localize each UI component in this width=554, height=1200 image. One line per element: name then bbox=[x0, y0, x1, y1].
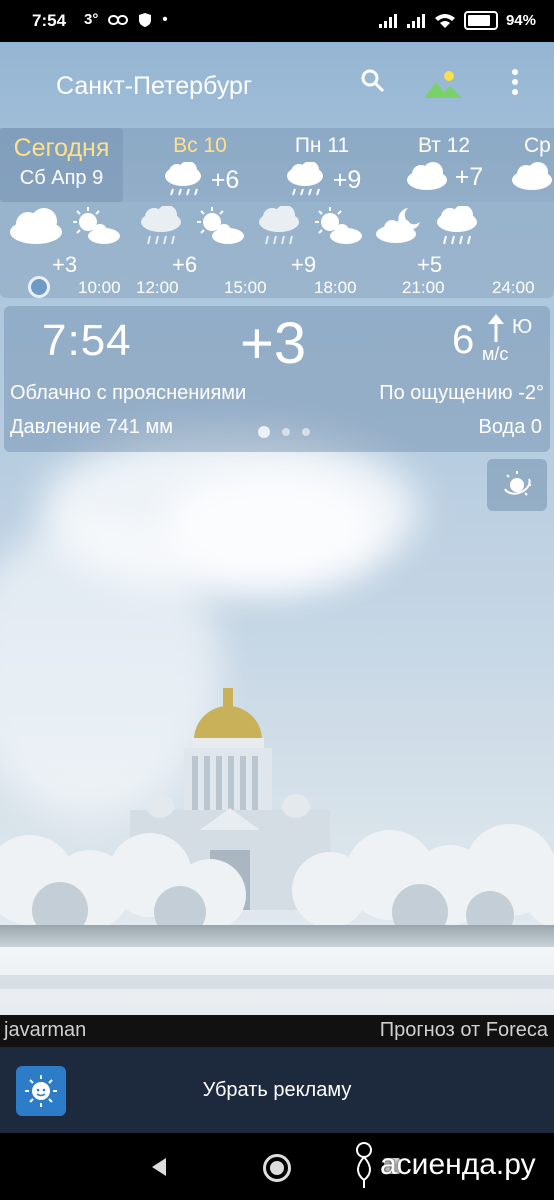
page-dot bbox=[302, 428, 310, 436]
current-temp: +3 bbox=[240, 311, 307, 376]
partly-sunny-icon bbox=[73, 207, 120, 244]
page-indicator bbox=[258, 426, 310, 438]
cloud-icon bbox=[10, 208, 62, 244]
hourly-temp: +5 bbox=[417, 252, 443, 277]
search-icon[interactable] bbox=[360, 68, 386, 94]
status-time: 7:54 bbox=[32, 11, 67, 30]
hourly-time: 12:00 bbox=[136, 278, 179, 297]
hourly-temp: +3 bbox=[52, 252, 78, 277]
link-icon bbox=[108, 14, 129, 25]
dot-icon: • bbox=[162, 11, 168, 28]
day-name: Пн 11 bbox=[294, 134, 350, 157]
daily-forecast-strip[interactable]: Сегодня Сб Апр 9 Вс 10 +6 Пн 11 +9 Вт 12… bbox=[0, 128, 554, 202]
back-icon[interactable] bbox=[150, 1157, 168, 1177]
watermark-text: асиенда.ру bbox=[380, 1148, 536, 1181]
night-cloud-icon bbox=[376, 208, 420, 243]
rain-cloud-icon bbox=[437, 206, 477, 245]
day-name: Сегодня bbox=[13, 134, 110, 162]
photo-author[interactable]: javarman bbox=[4, 1019, 86, 1042]
feels-like: По ощущению -2° bbox=[379, 382, 544, 404]
wind-arrow-icon bbox=[488, 314, 504, 342]
credits-bar: javarman Прогноз от Foreca bbox=[0, 1015, 554, 1047]
water-temp: Вода 0 bbox=[478, 416, 543, 438]
day-temp: +9 bbox=[332, 165, 362, 194]
cloud-icon bbox=[512, 162, 552, 190]
hourly-time: 21:00 bbox=[402, 278, 445, 297]
day-item[interactable]: Ср bbox=[510, 128, 554, 202]
current-time: 7:54 bbox=[42, 316, 132, 365]
wind-unit: м/с bbox=[482, 344, 509, 364]
battery-icon bbox=[463, 11, 498, 30]
signal-icon bbox=[406, 13, 425, 28]
signal-icon bbox=[378, 13, 397, 28]
partly-sunny-icon bbox=[197, 207, 244, 244]
rain-cloud-icon bbox=[141, 206, 181, 245]
app-header: Санкт-Петербург bbox=[0, 42, 554, 128]
cloud-icon bbox=[406, 162, 447, 190]
day-name: Вс 10 bbox=[173, 134, 227, 157]
page-dot bbox=[258, 426, 270, 438]
day-name: Вт 12 bbox=[417, 134, 471, 157]
sun-info-button[interactable] bbox=[487, 459, 547, 511]
hourly-time: 15:00 bbox=[224, 278, 267, 297]
partly-sunny-icon bbox=[315, 207, 362, 244]
hourly-time: 10:00 bbox=[78, 278, 121, 297]
day-item[interactable]: Вс 10 +6 bbox=[140, 128, 260, 202]
current-time-marker bbox=[28, 276, 50, 298]
pressure: Давление 741 мм bbox=[10, 416, 173, 438]
forecast-source[interactable]: Прогноз от Foreca bbox=[380, 1019, 548, 1042]
remove-ads-button[interactable]: Убрать рекламу bbox=[0, 1079, 554, 1102]
rain-cloud-icon bbox=[259, 206, 299, 245]
current-conditions-panel[interactable]: 7:54 +3 6 Ю м/с Облачно с прояснениями П… bbox=[4, 306, 550, 452]
city-title[interactable]: Санкт-Петербург bbox=[56, 72, 252, 101]
page-dot bbox=[282, 428, 290, 436]
day-item-today[interactable]: Сегодня Сб Апр 9 bbox=[0, 128, 123, 202]
hourly-forecast-strip[interactable]: +3 +6 +9 +5 10:00 12:00 15:00 18:00 21:0… bbox=[0, 202, 554, 298]
status-bar: 7:54 3° • 94% bbox=[0, 0, 554, 42]
more-vert-icon[interactable] bbox=[510, 68, 520, 96]
hourly-time: 24:00 bbox=[492, 278, 535, 297]
hourly-temp: +6 bbox=[172, 252, 198, 277]
wind-direction: Ю bbox=[512, 316, 533, 338]
watermark: асиенда.ру bbox=[350, 1140, 536, 1190]
day-name: Ср bbox=[524, 134, 551, 157]
rain-cloud-icon bbox=[286, 162, 323, 196]
wind-speed: 6 bbox=[452, 318, 475, 362]
landscape-icon[interactable] bbox=[422, 70, 464, 100]
temp-indicator: 3° bbox=[84, 11, 99, 28]
rain-cloud-icon bbox=[164, 162, 201, 196]
home-icon[interactable] bbox=[263, 1154, 291, 1182]
watermark-logo-icon bbox=[356, 1142, 372, 1188]
day-temp: +6 bbox=[210, 165, 240, 194]
day-item[interactable]: Пн 11 +9 bbox=[262, 128, 382, 202]
day-date: Сб Апр 9 bbox=[19, 167, 104, 189]
battery-level: 94 bbox=[505, 12, 523, 29]
hourly-temp: +9 bbox=[291, 252, 317, 277]
shield-icon bbox=[139, 12, 152, 27]
day-temp: +7 bbox=[454, 162, 484, 191]
day-item[interactable]: Вт 12 +7 bbox=[384, 128, 504, 202]
sun-orbit-icon bbox=[504, 471, 531, 496]
hourly-time: 18:00 bbox=[314, 278, 357, 297]
weather-description: Облачно с прояснениями bbox=[10, 382, 247, 404]
remove-ads-bar[interactable]: Убрать рекламу bbox=[0, 1047, 554, 1133]
wifi-icon bbox=[434, 13, 455, 28]
